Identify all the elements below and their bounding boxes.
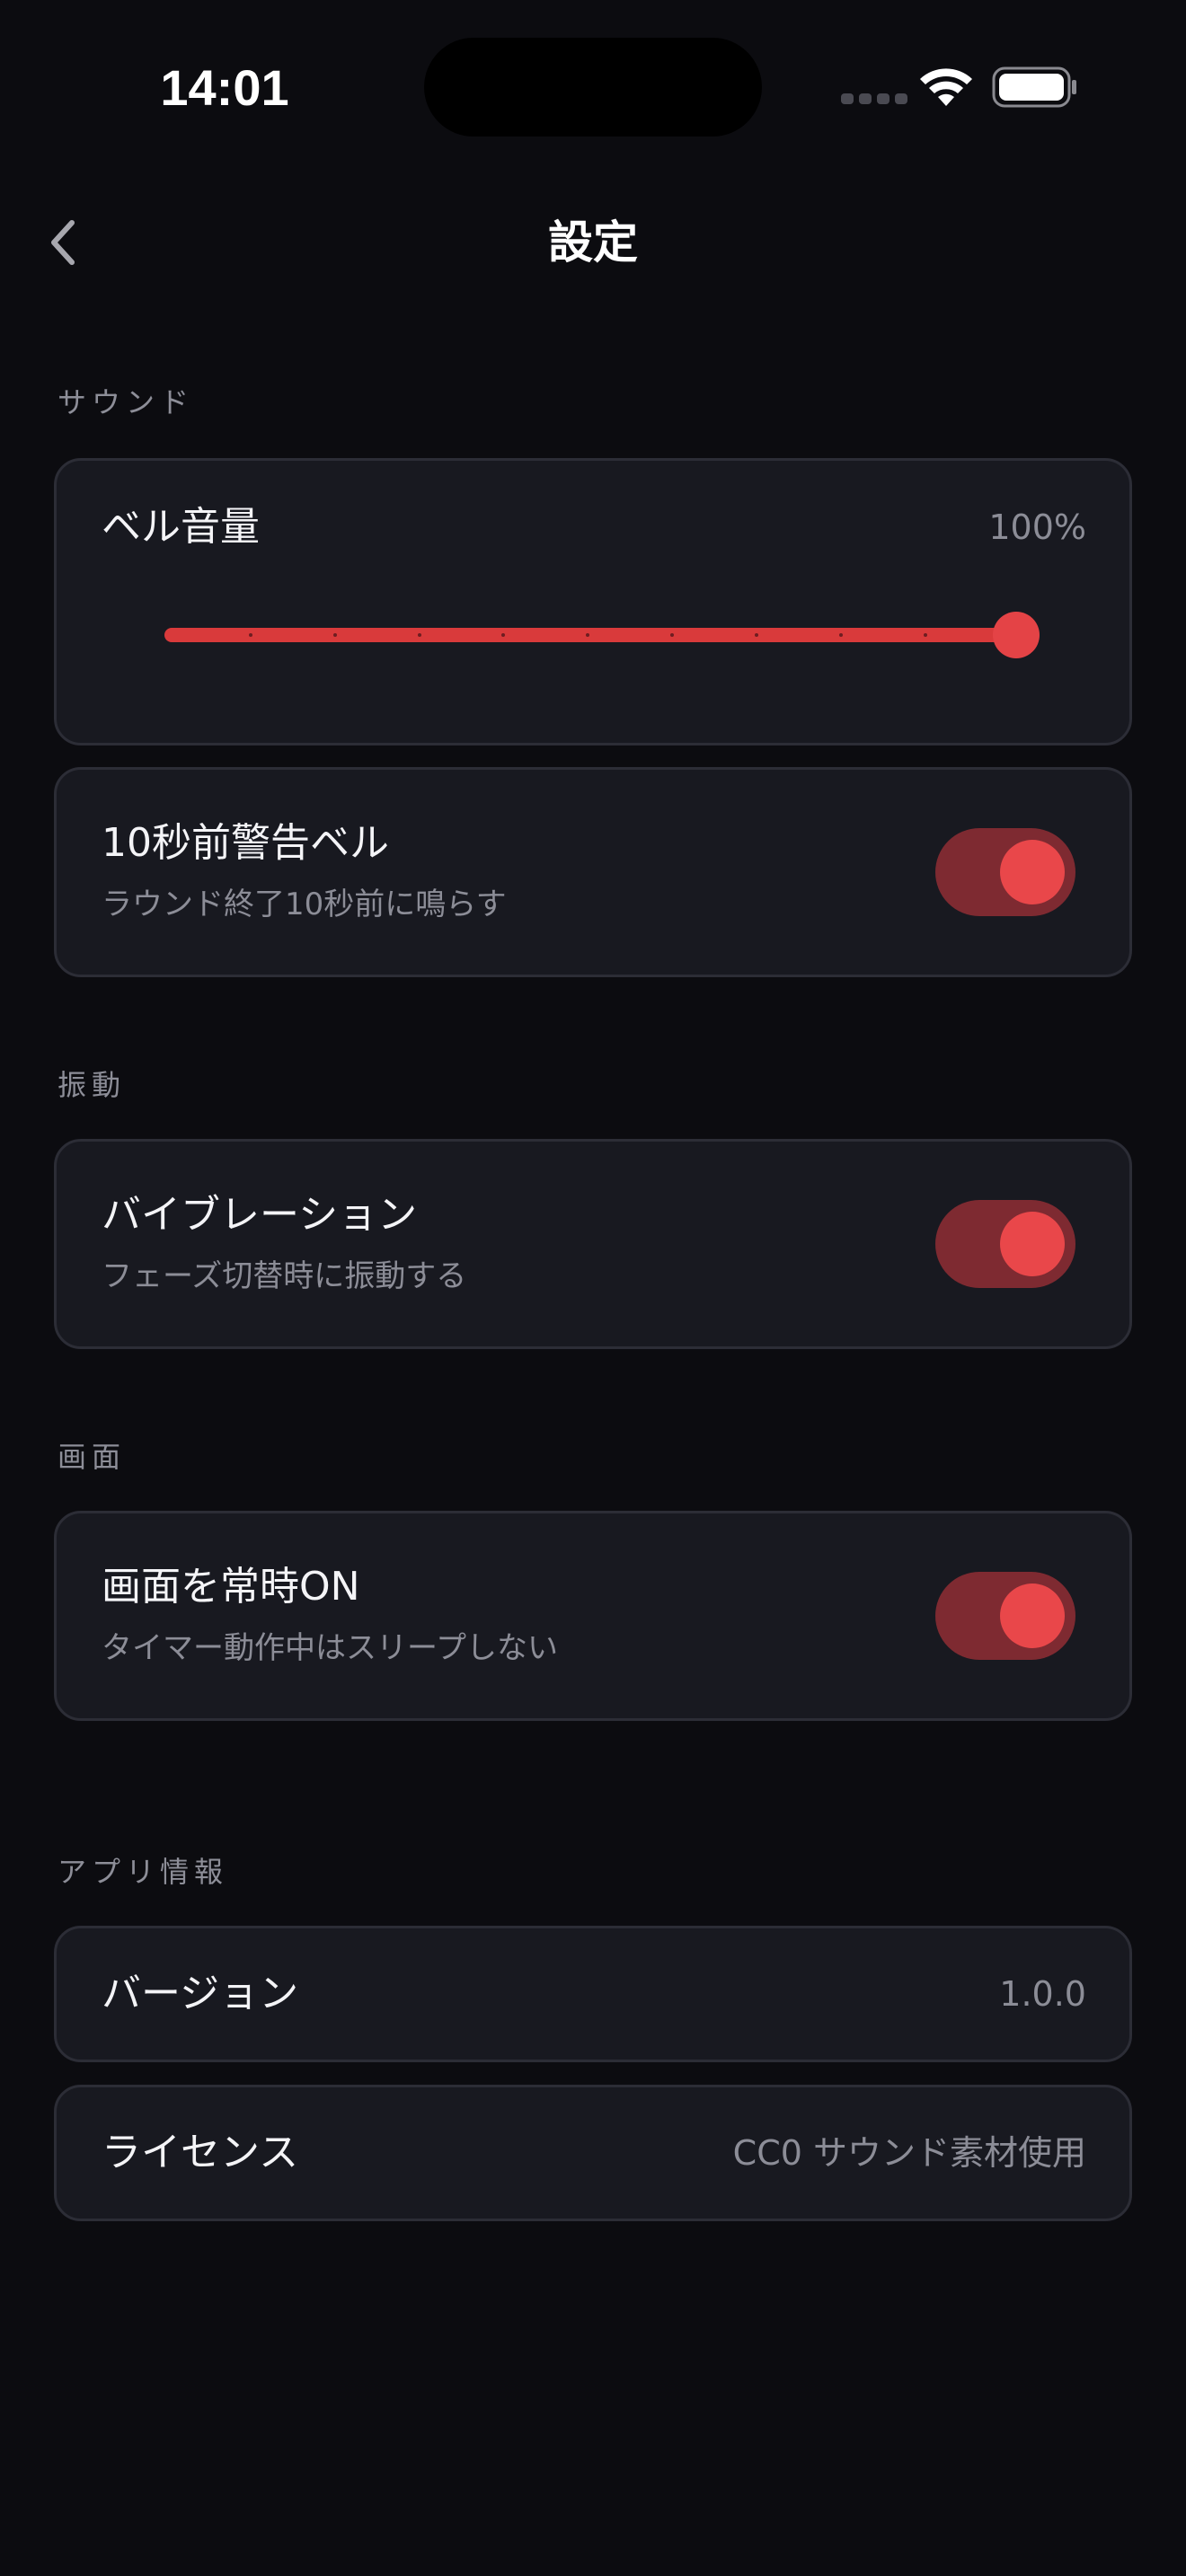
license-label: ライセンス (102, 2130, 299, 2175)
slider-tick (923, 633, 927, 637)
license-value: CC0 サウンド素材使用 (732, 2133, 1086, 2173)
vibration-toggle[interactable] (935, 1200, 1075, 1288)
toggle-knob (1000, 1584, 1065, 1648)
bell-volume-slider[interactable] (164, 610, 1086, 660)
license-row[interactable]: ライセンス CC0 サウンド素材使用 (54, 2085, 1132, 2221)
version-value: 1.0.0 (999, 1974, 1086, 2014)
chevron-left-icon (51, 220, 75, 265)
always-on-description: タイマー動作中はスリープしない (102, 1630, 558, 1666)
vibration-description: フェーズ切替時に振動する (102, 1258, 467, 1294)
always-on-card: 画面を常時ON タイマー動作中はスリープしない (54, 1511, 1132, 1721)
slider-tick (755, 633, 759, 637)
vibration-card: バイブレーション フェーズ切替時に振動する (54, 1139, 1132, 1349)
section-header-sound: サウンド (58, 385, 195, 419)
always-on-toggle[interactable] (935, 1572, 1075, 1660)
warning-bell-toggle[interactable] (935, 828, 1075, 916)
section-header-app-info: アプリ情報 (58, 1855, 229, 1889)
dynamic-island (424, 38, 762, 137)
bell-volume-label: ベル音量 (102, 504, 260, 550)
warning-bell-card: 10秒前警告ベル ラウンド終了10秒前に鳴らす (54, 767, 1132, 977)
slider-tick (838, 633, 843, 637)
warning-bell-description: ラウンド終了10秒前に鳴らす (102, 887, 507, 922)
toggle-knob (1000, 1212, 1065, 1276)
cellular-signal-icon (841, 93, 907, 104)
back-button[interactable] (27, 199, 99, 286)
status-bar-time: 14:01 (160, 59, 289, 116)
slider-tick (248, 633, 252, 637)
slider-tick (417, 633, 421, 637)
battery-icon (992, 66, 1076, 108)
page-title: 設定 (548, 216, 638, 269)
version-label: バージョン (102, 1971, 299, 2016)
slider-tick (332, 633, 337, 637)
warning-bell-label: 10秒前警告ベル (102, 820, 389, 866)
slider-thumb[interactable] (993, 612, 1040, 658)
section-header-display: 画面 (58, 1440, 127, 1474)
section-header-vibration: 振動 (58, 1068, 127, 1102)
toggle-knob (1000, 840, 1065, 904)
vibration-label: バイブレーション (102, 1192, 418, 1238)
wifi-icon (920, 68, 972, 106)
bell-volume-card: ベル音量 100% (54, 458, 1132, 745)
always-on-label: 画面を常時ON (102, 1564, 360, 1610)
version-row: バージョン 1.0.0 (54, 1926, 1132, 2062)
bell-volume-value: 100% (988, 507, 1086, 547)
slider-track (164, 628, 1016, 642)
